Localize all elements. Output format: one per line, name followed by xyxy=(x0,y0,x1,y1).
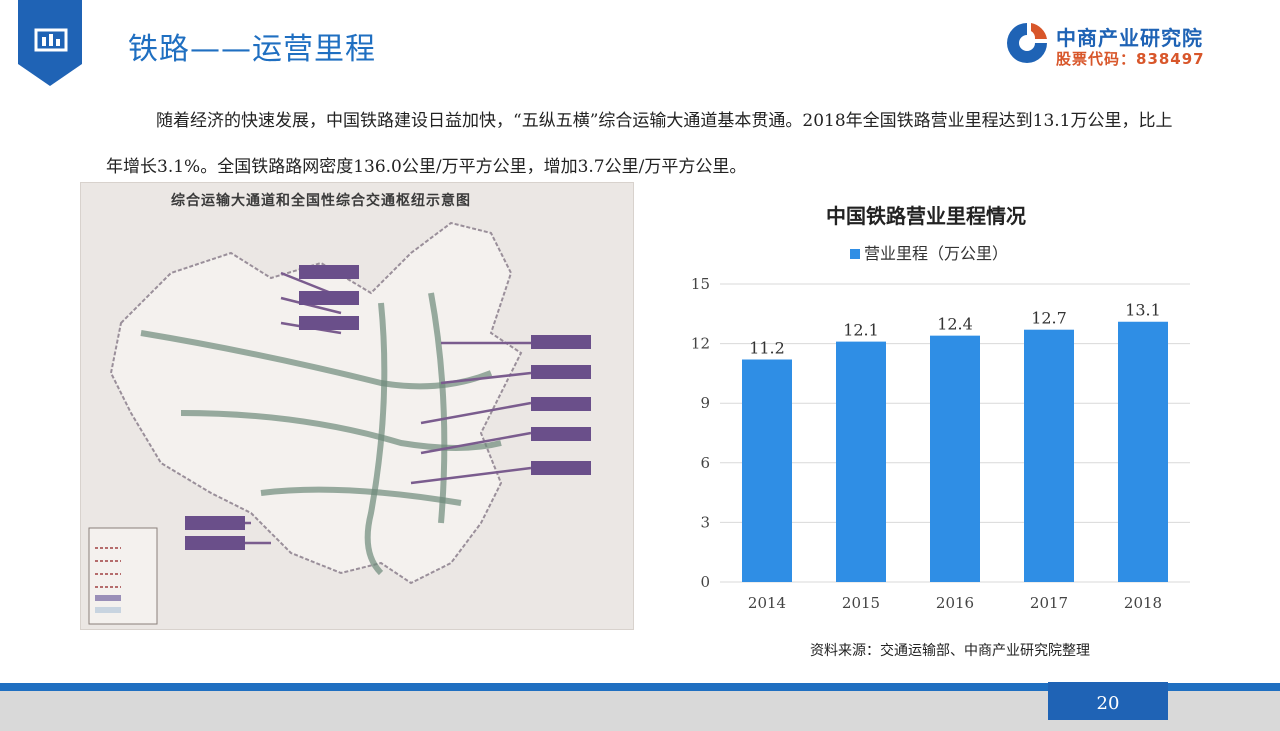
china-map-illustration xyxy=(88,221,591,625)
brand-logo: 中商产业研究院 股票代码：838497 xyxy=(1004,20,1244,70)
corner-badge xyxy=(18,0,82,86)
transport-map: 综合运输大通道和全国性综合交通枢纽示意图 xyxy=(80,182,634,630)
y-tick-label: 15 xyxy=(691,275,710,293)
data-label: 13.1 xyxy=(1125,301,1161,320)
bar xyxy=(930,335,980,582)
source-note: 资料来源：交通运输部、中商产业研究院整理 xyxy=(810,643,1090,659)
stock-code: 股票代码：838497 xyxy=(1056,50,1205,68)
x-tick-label: 2016 xyxy=(936,594,974,612)
legend-swatch xyxy=(850,249,860,259)
y-tick-label: 9 xyxy=(700,394,710,412)
brand-name: 中商产业研究院 xyxy=(1056,26,1203,50)
data-label: 12.1 xyxy=(843,321,879,340)
bar xyxy=(742,359,792,582)
data-label: 12.4 xyxy=(937,315,973,334)
y-tick-label: 6 xyxy=(700,454,710,472)
bar xyxy=(1118,321,1168,582)
chart-legend: 营业里程（万公里） xyxy=(850,240,1008,264)
bar xyxy=(1024,329,1074,582)
intro-paragraph: 随着经济的快速发展，中国铁路建设日益加快，“五纵五横”综合运输大通道基本贯通。2… xyxy=(106,111,1173,177)
y-tick-label: 0 xyxy=(700,573,710,591)
x-tick-label: 2018 xyxy=(1124,594,1162,612)
data-label: 12.7 xyxy=(1031,309,1067,328)
y-tick-label: 3 xyxy=(700,513,710,531)
y-tick-label: 12 xyxy=(691,335,710,353)
x-tick-label: 2017 xyxy=(1030,594,1068,612)
bar xyxy=(836,341,886,582)
x-tick-label: 2014 xyxy=(748,594,786,612)
page-title: 铁路——运营里程 xyxy=(128,32,376,67)
chart-title: 中国铁路营业里程情况 xyxy=(826,204,1026,228)
brand-logo-icon xyxy=(1007,23,1047,63)
data-label: 11.2 xyxy=(749,338,785,357)
x-tick-label: 2015 xyxy=(842,594,880,612)
bar-chart: 0 3 6 9 12 15 11.2 2014 12.1 2015 12.4 2016 12.7 2017… xyxy=(691,275,1190,612)
page-number: 20 xyxy=(1048,682,1168,720)
legend-label: 营业里程（万公里） xyxy=(864,244,1009,263)
